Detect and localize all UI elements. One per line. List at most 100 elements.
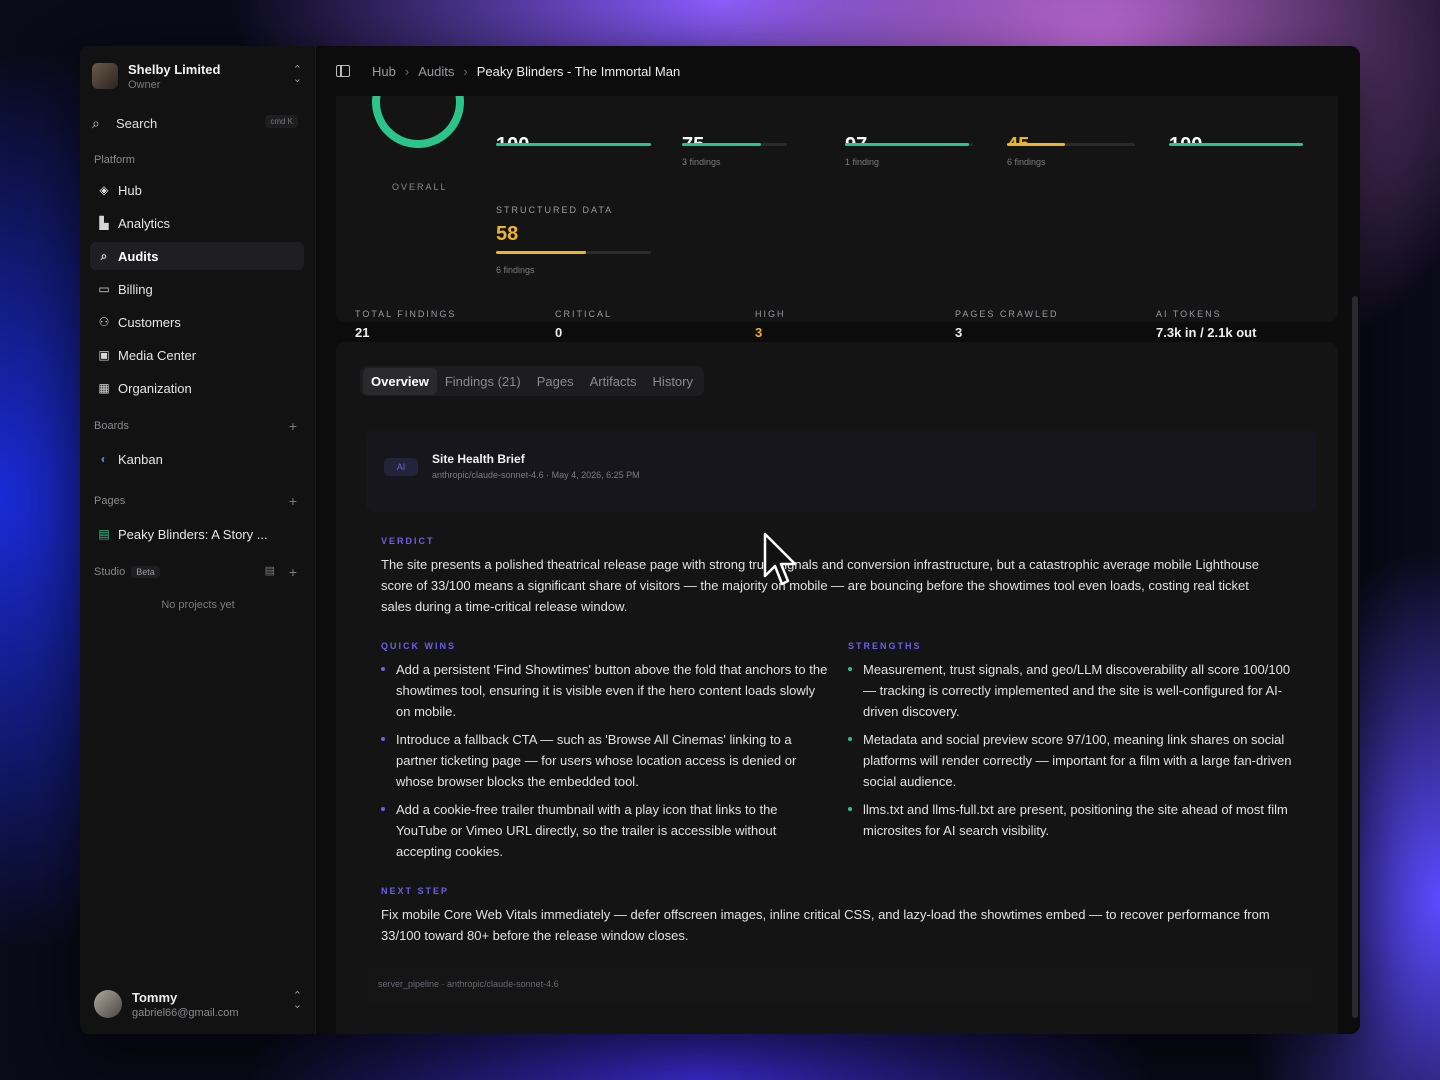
section-studio: Studio Beta: [94, 566, 160, 578]
studio-label: Studio: [94, 566, 126, 578]
media-icon: ▣: [98, 348, 110, 362]
add-project-icon[interactable]: +: [289, 564, 297, 580]
user-avatar: [94, 990, 122, 1018]
overall-label: OVERALL: [392, 182, 448, 192]
list-item: Metadata and social preview score 97/100…: [848, 729, 1298, 792]
score-bar: [682, 143, 787, 146]
sidebar-item-page[interactable]: ▤ Peaky Blinders: A Story ...: [90, 520, 304, 548]
search-button[interactable]: ⌕ Search cmd K: [92, 111, 302, 135]
score-bar: [496, 143, 651, 146]
sidebar-item-label: Kanban: [118, 451, 163, 467]
workspace-name: Shelby Limited: [128, 61, 221, 77]
next-step-text: Fix mobile Core Web Vitals immediately —…: [381, 907, 1270, 943]
list-item: Add a persistent 'Find Showtimes' button…: [381, 659, 831, 722]
report-card: Overview Findings (21) Pages Artifacts H…: [336, 342, 1338, 1034]
search-icon: ⌕: [92, 114, 100, 131]
stat-label: PAGES CRAWLED: [955, 309, 1059, 319]
stat-label: AI TOKENS: [1156, 309, 1222, 319]
stat-label: HIGH: [755, 309, 786, 319]
tab-pages[interactable]: Pages: [529, 368, 582, 395]
search-label: Search: [116, 115, 158, 131]
stat-label: TOTAL FINDINGS: [355, 309, 457, 319]
site-health-brief-header: AI Site Health Brief anthropic/claude-so…: [366, 430, 1316, 512]
board-icon: ◐: [100, 452, 108, 466]
structured-data-label: STRUCTURED DATA: [496, 205, 614, 215]
strengths-list: Measurement, trust signals, and geo/LLM …: [848, 659, 1298, 848]
stat-high: 3: [755, 325, 763, 340]
score-bar-fill: [845, 143, 970, 146]
stat-pages-crawled: 3: [955, 325, 963, 340]
sidebar-item-customers[interactable]: ⚇ Customers: [90, 308, 304, 336]
stat-ai-tokens: 7.3k in / 2.1k out: [1156, 325, 1257, 340]
score-findings: 6 findings: [1007, 157, 1046, 167]
score-bar: [1007, 143, 1135, 146]
section-pages: Pages: [94, 495, 126, 507]
sidebar-item-audits[interactable]: ⌕ Audits: [90, 242, 304, 270]
sidebar-item-media-center[interactable]: ▣ Media Center: [90, 341, 304, 369]
tab-history[interactable]: History: [645, 368, 701, 395]
topbar: Hub › Audits › Peaky Blinders - The Immo…: [316, 46, 1360, 96]
score-bar-fill: [682, 143, 761, 146]
score-bar: [1169, 143, 1303, 146]
workspace-switcher[interactable]: Shelby Limited Owner ⌃ ⌄: [92, 58, 302, 94]
score-bar-fill: [1007, 143, 1065, 146]
list-item: Measurement, trust signals, and geo/LLM …: [848, 659, 1298, 722]
ai-chip-label: AI: [396, 462, 406, 472]
score-bar: [845, 143, 973, 146]
sidebar-item-label: Hub: [118, 182, 142, 198]
scrollbar[interactable]: [1352, 296, 1358, 1018]
sidebar-item-label: Billing: [118, 281, 153, 297]
bar-chart-icon: ▙: [99, 216, 109, 230]
structured-data-value: 58: [496, 223, 519, 245]
breadcrumb-audits[interactable]: Audits: [418, 64, 454, 79]
stat-label: CRITICAL: [555, 309, 613, 319]
users-icon: ⚇: [98, 315, 110, 329]
sidebar-item-billing[interactable]: ▭ Billing: [90, 275, 304, 303]
sidebar-item-label: Peaky Blinders: A Story ...: [118, 526, 268, 542]
score-findings: 3 findings: [682, 157, 721, 167]
page-icon: ▤: [98, 527, 110, 541]
user-name: Tommy: [132, 989, 178, 1005]
app-window: Shelby Limited Owner ⌃ ⌄ ⌕ Search cmd K P…: [80, 46, 1360, 1034]
breadcrumb-current: Peaky Blinders - The Immortal Man: [476, 63, 681, 79]
verdict-heading: VERDICT: [381, 536, 435, 546]
add-board-icon[interactable]: +: [289, 418, 297, 434]
stat-total-findings: 21: [355, 325, 370, 340]
breadcrumb-hub[interactable]: Hub: [372, 64, 396, 79]
breadcrumb-separator-icon: ›: [404, 63, 410, 79]
user-menu[interactable]: Tommy gabriel66@gmail.com ⌃ ⌄: [94, 986, 302, 1022]
building-icon: ▦: [98, 381, 110, 395]
workspace-avatar: [92, 63, 118, 89]
tab-overview[interactable]: Overview: [363, 367, 437, 395]
studio-empty-text: No projects yet: [161, 599, 235, 611]
section-platform: Platform: [94, 154, 135, 166]
credit-card-icon: ▭: [98, 282, 110, 296]
sidebar-item-analytics[interactable]: ▙ Analytics: [90, 209, 304, 237]
score-bar-fill: [496, 143, 651, 146]
add-page-icon[interactable]: +: [289, 493, 297, 509]
structured-data-bar: [496, 251, 651, 254]
list-item: Introduce a fallback CTA — such as 'Brow…: [381, 729, 831, 792]
toggle-sidebar-icon[interactable]: [336, 65, 350, 77]
next-step-heading: NEXT STEP: [381, 886, 450, 896]
tab-findings[interactable]: Findings (21): [437, 368, 529, 395]
verdict-text: The site presents a polished theatrical …: [381, 557, 1259, 614]
chevron-updown-icon: ⌃ ⌄: [292, 64, 302, 85]
sidebar-item-kanban[interactable]: ◐ Kanban: [90, 445, 304, 473]
quick-wins-heading: QUICK WINS: [381, 641, 456, 651]
breadcrumb-separator-icon: ›: [463, 63, 468, 79]
tab-artifacts[interactable]: Artifacts: [582, 368, 645, 395]
sidebar-item-label: Analytics: [118, 215, 171, 231]
list-item: Add a cookie-free trailer thumbnail with…: [381, 799, 831, 862]
sidebar-item-organization[interactable]: ▦ Organization: [90, 374, 304, 402]
section-boards: Boards: [94, 420, 129, 432]
sidebar-item-hub[interactable]: ◈ Hub: [90, 176, 304, 204]
score-bar-fill: [1169, 143, 1303, 146]
scores-card: OVERALL 100 75 3 findings 97 1 finding 4…: [336, 46, 1338, 340]
mouse-cursor-icon: [763, 532, 797, 586]
structured-data-bar-fill: [496, 251, 586, 254]
studio-folder-icon[interactable]: ▤: [265, 564, 275, 577]
quick-wins-list: Add a persistent 'Find Showtimes' button…: [381, 659, 831, 869]
search-audit-icon: ⌕: [100, 248, 108, 263]
sidebar-item-label: Audits: [118, 248, 159, 264]
